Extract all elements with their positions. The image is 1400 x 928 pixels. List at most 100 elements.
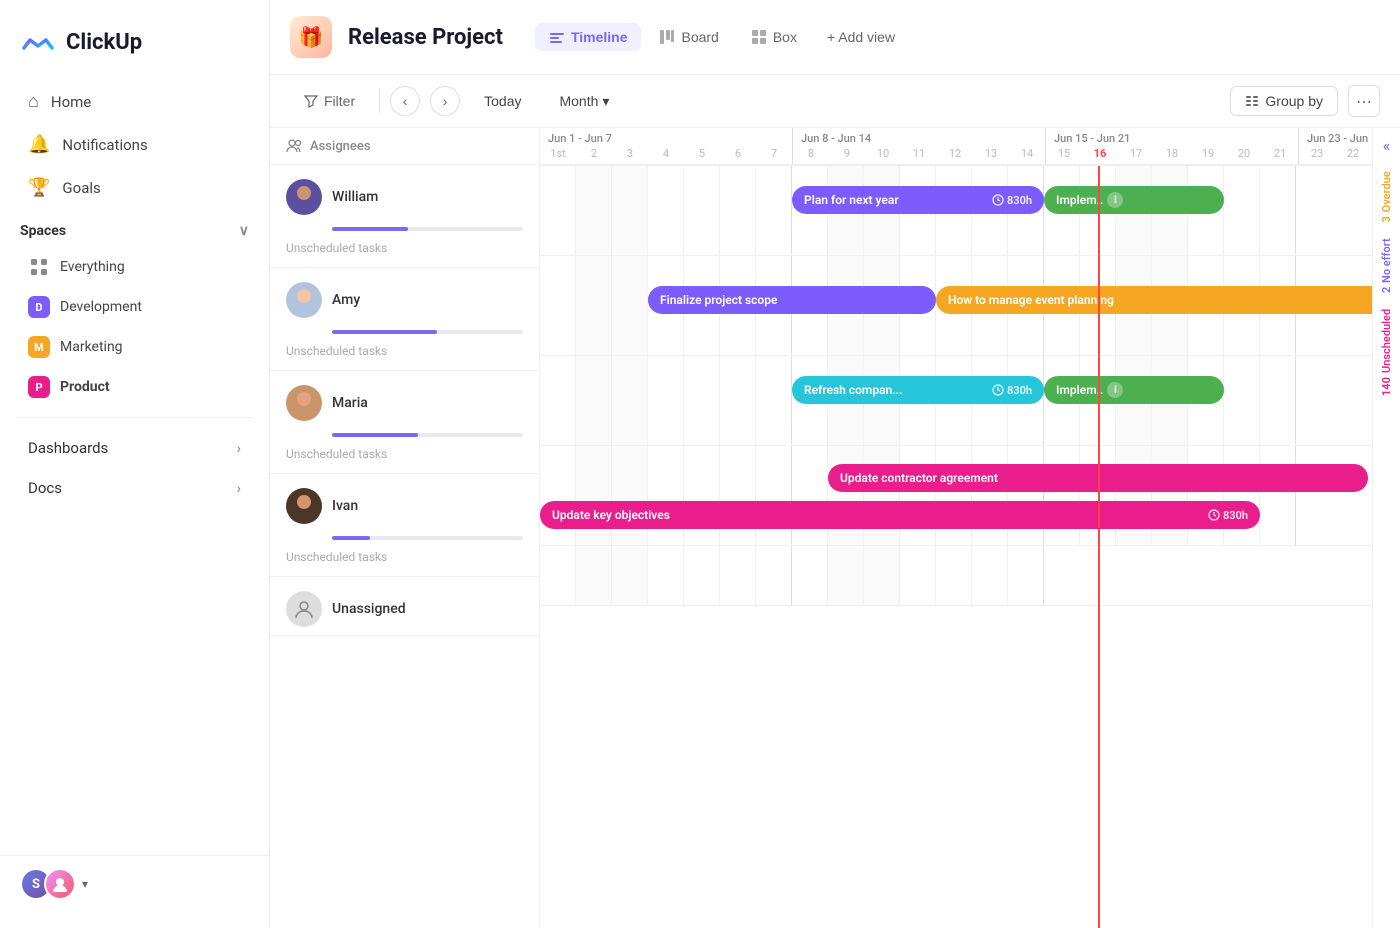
person-row-ivan: Ivan Unscheduled tasks [270,474,539,577]
person-info-amy: Amy [270,268,539,326]
person-info-ivan: Ivan [270,474,539,532]
avatar-william [286,179,322,215]
day-3: 3 [612,147,648,164]
person-row-unassigned: Unassigned [270,577,539,636]
grid-icon [28,256,50,278]
progress-amy [270,326,539,340]
right-label-unscheduled[interactable]: 140 Unscheduled [1373,301,1400,404]
day-17: 17 [1118,147,1154,164]
more-options-button[interactable]: ⋯ [1348,85,1380,117]
tab-box[interactable]: Box [737,23,811,51]
gantt-row-william: Plan for next year 830h Implem.. i [540,166,1372,256]
day-1st: 1st [540,147,576,164]
today-button[interactable]: Today [470,87,535,115]
unscheduled-william: Unscheduled tasks [270,237,539,267]
person-row-amy: Amy Unscheduled tasks [270,268,539,371]
month-selector[interactable]: Month ▾ [545,87,623,116]
bar-amy-event[interactable]: How to manage event planning [936,286,1372,314]
prev-period-button[interactable]: ‹ [390,86,420,116]
main-content: 🎁 Release Project Timeline Board Box + A… [270,0,1400,928]
toolbar-divider [379,89,380,113]
bar-william-plan[interactable]: Plan for next year 830h [792,186,1044,214]
home-icon: ⌂ [28,91,39,112]
sidebar-item-marketing[interactable]: M Marketing [8,328,261,366]
marketing-badge: M [28,336,50,358]
day-4: 4 [648,147,684,164]
person-info-william: William [270,165,539,223]
group-by-button[interactable]: Group by [1230,86,1338,116]
day-19: 19 [1190,147,1226,164]
marketing-label: Marketing [60,339,123,355]
bar-ivan-objectives[interactable]: Update key objectives 830h [540,501,1260,529]
sidebar-docs[interactable]: Docs › [8,469,261,507]
gantt-row-unassigned [540,546,1372,606]
sidebar-item-development[interactable]: D Development [8,288,261,326]
sidebar: ClickUp ⌂ Home 🔔 Notifications 🏆 Goals S… [0,0,270,928]
week-label-3: Jun 15 - Jun 21 [1046,128,1298,147]
toolbar: Filter ‹ › Today Month ▾ Group by ⋯ [270,75,1400,128]
sidebar-item-goals[interactable]: 🏆 Goals [8,167,261,208]
sidebar-item-everything[interactable]: Everything [8,248,261,286]
info-icon-2: i [1107,382,1123,398]
day-7: 7 [756,147,792,164]
day-14: 14 [1009,147,1045,164]
development-label: Development [60,299,142,315]
person-name-unassigned: Unassigned [332,601,406,617]
box-icon [751,29,767,45]
sidebar-divider [16,417,253,418]
bell-icon: 🔔 [28,134,50,155]
user-avatars[interactable]: S ▾ [20,868,88,900]
dashboards-label: Dashboards [28,439,108,457]
gantt-row-ivan: Update contractor agreement Update key o… [540,446,1372,546]
day-24: 24 [1371,147,1372,164]
tab-timeline[interactable]: Timeline [535,23,642,51]
bar-maria-refresh[interactable]: Refresh compan... 830h [792,376,1044,404]
clock-icon [992,194,1004,206]
everything-label: Everything [60,259,125,275]
person-name-william: William [332,189,378,205]
unscheduled-ivan: Unscheduled tasks [270,546,539,576]
clock-icon-2 [992,384,1004,396]
day-13: 13 [973,147,1009,164]
docs-expand-icon: › [236,479,241,497]
avatar-chevron-icon[interactable]: ▾ [82,877,88,891]
next-period-button[interactable]: › [430,86,460,116]
bar-william-implem[interactable]: Implem.. i [1044,186,1224,214]
gantt-row-amy: Finalize project scope How to manage eve… [540,256,1372,356]
gantt-row-maria: Refresh compan... 830h Implem.. i [540,356,1372,446]
filter-button[interactable]: Filter [290,87,369,115]
spaces-collapse-icon[interactable]: ∨ [239,223,249,239]
bar-amy-finalize[interactable]: Finalize project scope [648,286,936,314]
person-name-ivan: Ivan [332,498,358,514]
day-9: 9 [829,147,865,164]
timeline-icon [549,29,565,45]
sidebar-dashboards[interactable]: Dashboards › [8,429,261,467]
project-title: Release Project [348,25,503,50]
person-name-amy: Amy [332,292,360,308]
project-icon: 🎁 [290,16,332,58]
day-16-today: 16 [1082,147,1118,164]
day-21: 21 [1262,147,1298,164]
sidebar-item-notifications[interactable]: 🔔 Notifications [8,124,261,165]
info-icon: i [1107,192,1123,208]
sidebar-item-home[interactable]: ⌂ Home [8,81,261,122]
spaces-section-header: Spaces ∨ [0,209,269,247]
progress-maria [270,429,539,443]
avatar-ivan [286,488,322,524]
right-label-no-effort[interactable]: 2 No effort [1373,230,1400,301]
day-10: 10 [865,147,901,164]
tab-board[interactable]: Board [645,23,732,51]
collapse-button[interactable]: « [1373,128,1400,163]
add-view-button[interactable]: + Add view [815,23,907,51]
day-15: 15 [1046,147,1082,164]
right-label-overdue[interactable]: 3 Overdue [1373,163,1400,230]
overdue-text: Overdue [1380,171,1393,212]
bar-maria-implem[interactable]: Implem.. i [1044,376,1224,404]
calendar-header: Jun 1 - Jun 7 1st 2 3 4 5 6 7 J [540,128,1372,166]
calendar-grid-area: Jun 1 - Jun 7 1st 2 3 4 5 6 7 J [540,128,1372,928]
calendar-body: Plan for next year 830h Implem.. i [540,166,1372,928]
sidebar-bottom: S ▾ [0,855,269,912]
sidebar-item-product[interactable]: P Product [8,368,261,406]
clickup-logo [20,24,56,60]
development-badge: D [28,296,50,318]
